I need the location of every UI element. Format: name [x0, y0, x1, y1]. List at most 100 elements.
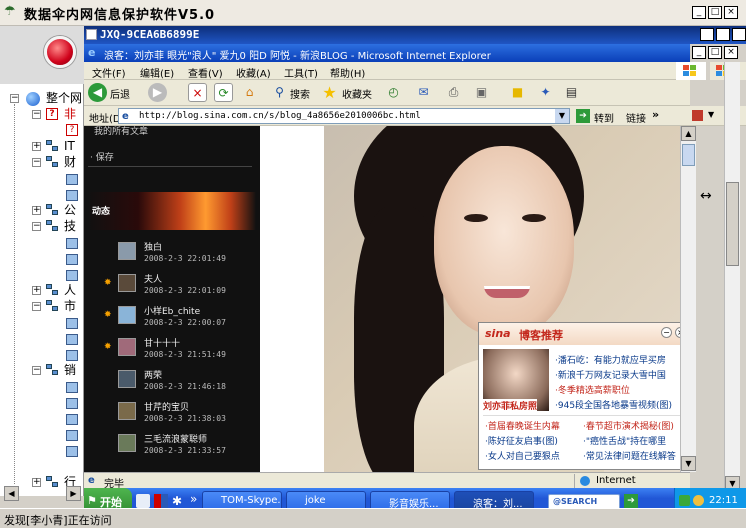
- quicklaunch-ie-icon[interactable]: [136, 494, 150, 508]
- remote-minimize-button[interactable]: _: [700, 28, 714, 41]
- popup-link[interactable]: ·常见法律问题在线解答: [583, 449, 676, 462]
- tree-group-label[interactable]: 非: [64, 106, 76, 122]
- menu-favorites[interactable]: 收藏(A): [236, 65, 271, 80]
- popup-link[interactable]: ·新浪千万网友记录大雪中国: [555, 368, 666, 381]
- tree-expander[interactable]: −: [32, 222, 41, 231]
- quicklaunch-icon[interactable]: ✱: [172, 494, 186, 508]
- home-icon[interactable]: ⌂: [240, 83, 259, 102]
- maximize-button[interactable]: □: [708, 6, 722, 19]
- menu-view[interactable]: 查看(V): [188, 65, 223, 80]
- search-button-label[interactable]: 搜索: [290, 86, 310, 101]
- tree-expander[interactable]: −: [32, 110, 41, 119]
- feed-item[interactable]: 两荣 2008-2-3 21:46:18: [118, 368, 258, 400]
- feed-user-name[interactable]: 独白: [144, 240, 162, 253]
- feed-user-name[interactable]: 夫人: [144, 272, 162, 285]
- feed-item[interactable]: ✸ 小样Eb_chite 2008-2-3 22:00:07: [104, 304, 258, 336]
- search-go-icon[interactable]: ➔: [624, 494, 638, 508]
- browser-close-button[interactable]: ×: [724, 46, 738, 59]
- feed-item[interactable]: 三毛流浪蒙聪师 2008-2-3 21:33:57: [118, 432, 258, 464]
- popup-link[interactable]: ·945段全国各地暴雪视频(图): [555, 398, 672, 411]
- tree-expander[interactable]: +: [32, 206, 41, 215]
- mail-icon[interactable]: ✉: [414, 83, 433, 102]
- feed-user-name[interactable]: 甘十十十: [144, 336, 180, 349]
- popup-link[interactable]: ·冬季精选高薪职位: [555, 383, 630, 396]
- refresh-icon[interactable]: ⟳: [214, 83, 233, 102]
- tree-expander[interactable]: −: [32, 158, 41, 167]
- tree-group-label[interactable]: 公: [64, 202, 76, 218]
- tree-group-label[interactable]: 销: [64, 362, 76, 378]
- favorites-star-icon[interactable]: ★: [320, 83, 339, 102]
- tray-icon[interactable]: [679, 495, 690, 506]
- close-button[interactable]: ×: [724, 6, 738, 19]
- feed-item[interactable]: 甘芹的宝贝 2008-2-3 21:38:03: [118, 400, 258, 432]
- tree-expander[interactable]: +: [32, 478, 41, 487]
- feed-user-name[interactable]: 甘芹的宝贝: [144, 400, 189, 413]
- go-button-label[interactable]: 转到: [594, 110, 614, 125]
- scroll-left-arrow[interactable]: ◀: [4, 486, 19, 501]
- scroll-thumb[interactable]: [682, 144, 695, 166]
- feed-item[interactable]: ✸ 甘十十十 2008-2-3 21:51:49: [104, 336, 258, 368]
- address-url[interactable]: http://blog.sina.com.cn/s/blog_4a8656e20…: [139, 111, 421, 121]
- research-icon[interactable]: ▤: [562, 83, 581, 102]
- menu-edit[interactable]: 编辑(E): [140, 65, 174, 80]
- tree-group-label[interactable]: IT: [64, 138, 75, 154]
- tree-group-label[interactable]: 人: [64, 282, 76, 298]
- browser-maximize-button[interactable]: □: [708, 46, 722, 59]
- tree-expander[interactable]: −: [32, 302, 41, 311]
- back-button-label[interactable]: 后退: [110, 86, 130, 101]
- popup-link[interactable]: ·潘石屹：有能力就应早买房: [555, 353, 666, 366]
- forward-arrow-icon[interactable]: ▶: [148, 83, 167, 102]
- messenger-icon[interactable]: ✦: [536, 83, 555, 102]
- feed-item[interactable]: ✸ 夫人 2008-2-3 22:01:09: [104, 272, 258, 304]
- remote-maximize-button[interactable]: □: [716, 28, 730, 41]
- popup-link[interactable]: ·女人对自己要狠点: [485, 449, 560, 462]
- favorites-button-label[interactable]: 收藏夹: [342, 86, 372, 101]
- menu-tools[interactable]: 工具(T): [284, 65, 318, 80]
- minimize-button[interactable]: _: [692, 6, 706, 19]
- go-arrow-icon[interactable]: ➔: [576, 109, 590, 123]
- popup-minimize-icon[interactable]: −: [661, 327, 672, 338]
- my-articles-link[interactable]: 我的所有文章: [94, 126, 148, 137]
- history-icon[interactable]: ◴: [384, 83, 403, 102]
- address-input[interactable]: e http://blog.sina.com.cn/s/blog_4a8656e…: [118, 108, 570, 124]
- tree-root-label[interactable]: 整个网: [46, 90, 82, 106]
- stop-monitor-button[interactable]: [44, 36, 76, 68]
- feed-user-name[interactable]: 三毛流浪蒙聪师: [144, 432, 207, 445]
- print-icon[interactable]: ⎙: [444, 83, 463, 102]
- popup-photo-caption[interactable]: 刘亦菲私房照: [483, 399, 538, 412]
- links-chevron-icon[interactable]: »: [652, 108, 659, 121]
- popup-link[interactable]: ·陈好征友启事(图): [485, 434, 558, 447]
- links-label[interactable]: 链接: [626, 110, 646, 125]
- scroll-down-arrow[interactable]: ▼: [681, 456, 696, 471]
- dropdown-arrow-icon[interactable]: ▼: [708, 110, 714, 119]
- feed-item[interactable]: 独白 2008-2-3 22:01:49: [118, 240, 258, 272]
- search-icon[interactable]: ⚲: [270, 83, 289, 102]
- save-link[interactable]: · 保存: [90, 150, 114, 163]
- translate-icon[interactable]: [692, 110, 703, 121]
- quicklaunch-chevron-icon[interactable]: »: [190, 492, 197, 506]
- folder-icon[interactable]: ■: [508, 83, 527, 102]
- back-arrow-icon[interactable]: ◀: [88, 83, 107, 102]
- remote-close-button[interactable]: ×: [732, 28, 746, 41]
- feed-user-name[interactable]: 小样Eb_chite: [144, 304, 200, 317]
- edit-icon[interactable]: ▣: [472, 83, 491, 102]
- tray-icon[interactable]: [693, 495, 704, 506]
- feed-user-name[interactable]: 两荣: [144, 368, 162, 381]
- popup-link[interactable]: ·"癌性舌战"持在哪里: [583, 434, 666, 447]
- popup-link[interactable]: ·春节超市演术揭秘(图): [583, 419, 674, 432]
- address-dropdown-icon[interactable]: ▼: [555, 109, 569, 123]
- scroll-thumb[interactable]: [726, 182, 739, 266]
- browser-minimize-button[interactable]: _: [692, 46, 706, 59]
- tree-expander[interactable]: −: [10, 94, 19, 103]
- tree-expander[interactable]: −: [32, 366, 41, 375]
- stop-icon[interactable]: ×: [188, 83, 207, 102]
- scroll-up-arrow[interactable]: ▲: [681, 126, 696, 141]
- tree-expander[interactable]: +: [32, 286, 41, 295]
- tree-expander[interactable]: +: [32, 142, 41, 151]
- tree-group-label[interactable]: 技: [64, 218, 76, 234]
- tree-group-label[interactable]: 财: [64, 154, 76, 170]
- tree-group-label[interactable]: 市: [64, 298, 76, 314]
- menu-file[interactable]: 文件(F): [92, 65, 126, 80]
- popup-link[interactable]: ·首届春晚诞生内幕: [485, 419, 560, 432]
- quicklaunch-icon[interactable]: [154, 494, 168, 508]
